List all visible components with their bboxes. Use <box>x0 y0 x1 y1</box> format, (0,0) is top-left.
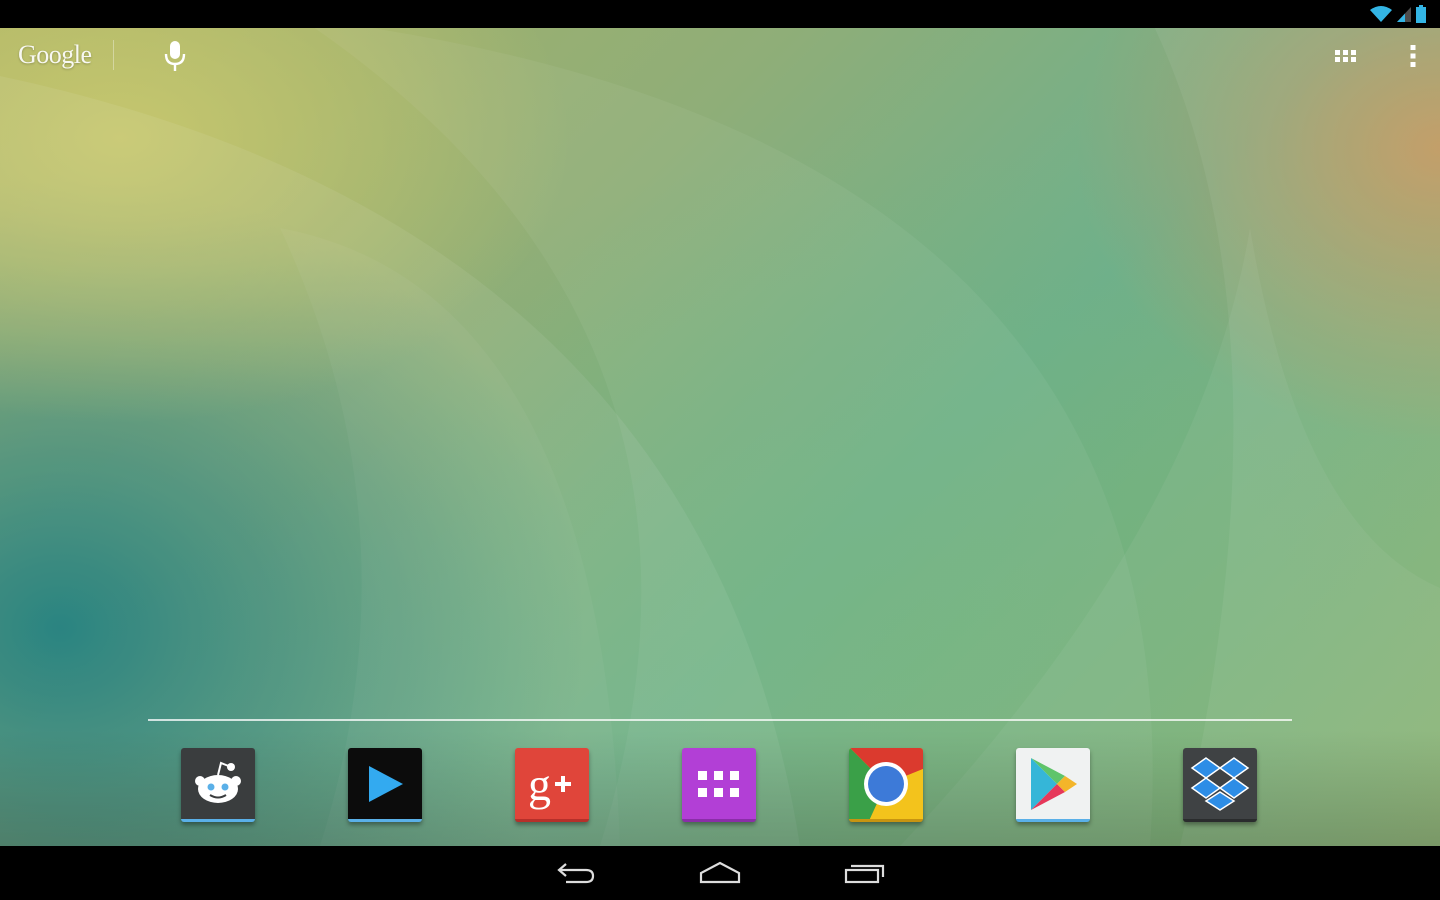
status-bar <box>0 0 1440 28</box>
play-triangle-icon <box>369 765 403 802</box>
dock-divider <box>148 719 1292 721</box>
overflow-menu-button[interactable] <box>1398 38 1428 74</box>
recents-icon <box>844 864 885 884</box>
play-store-icon <box>1031 757 1077 810</box>
app-drawer-icon <box>698 770 739 797</box>
back-button[interactable] <box>546 856 606 890</box>
home-icon <box>699 861 741 884</box>
microphone-icon <box>164 41 186 71</box>
navigation-bar <box>0 846 1440 900</box>
overflow-menu-icon <box>1410 45 1416 67</box>
dock-app-google-plus[interactable]: g <box>515 748 589 822</box>
all-apps-button[interactable] <box>1328 38 1364 74</box>
dropbox-icon <box>1190 756 1250 811</box>
cell-signal-icon <box>1397 7 1411 22</box>
back-icon <box>557 863 595 884</box>
app-grid-icon <box>1335 50 1356 62</box>
svg-text:g: g <box>528 759 551 810</box>
google-search-bar[interactable]: Google <box>0 28 1440 84</box>
google-plus-icon: g <box>528 759 571 810</box>
dock-app-play-store[interactable] <box>1016 748 1090 822</box>
wifi-icon <box>1370 6 1392 22</box>
voice-search-button[interactable] <box>158 36 192 76</box>
dock-app-video-player[interactable] <box>348 748 422 822</box>
dock-app-chrome[interactable] <box>849 748 923 822</box>
dock-app-reddit[interactable] <box>181 748 255 822</box>
search-divider <box>113 40 114 70</box>
dock-app-drawer[interactable] <box>682 748 756 822</box>
reddit-alien-icon <box>195 761 241 803</box>
chrome-icon <box>849 748 923 819</box>
battery-icon <box>1416 5 1426 23</box>
wallpaper-arcs <box>0 28 1440 846</box>
recents-button[interactable] <box>835 856 895 890</box>
home-button[interactable] <box>690 856 750 890</box>
google-logo[interactable]: Google <box>18 38 92 72</box>
wallpaper <box>0 28 1440 846</box>
dock-app-dropbox[interactable] <box>1183 748 1257 822</box>
